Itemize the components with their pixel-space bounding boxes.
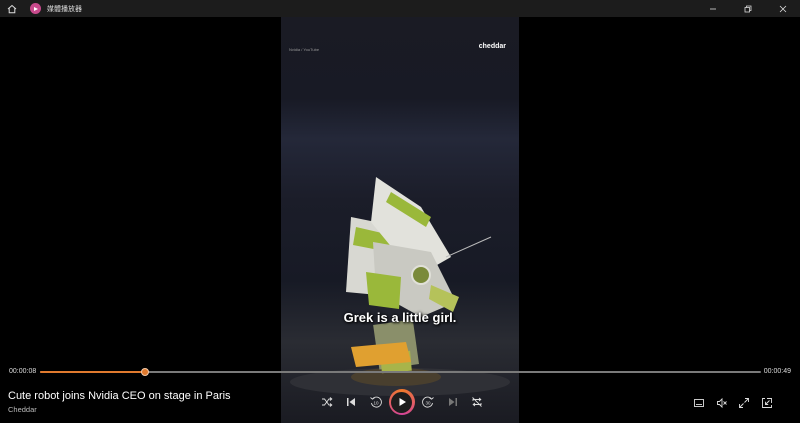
shuffle-icon — [322, 397, 333, 407]
mute-button[interactable] — [711, 392, 733, 414]
next-icon — [448, 398, 457, 406]
previous-button[interactable] — [340, 391, 362, 413]
seek-bar-progress — [40, 371, 146, 373]
next-button[interactable] — [442, 391, 464, 413]
play-icon — [399, 398, 406, 406]
rewind-10-icon: 10 — [369, 396, 382, 408]
minimize-button[interactable] — [695, 0, 730, 17]
home-button[interactable] — [0, 0, 24, 17]
repeat-button[interactable] — [466, 391, 488, 413]
previous-icon — [347, 398, 356, 406]
total-time: 00:00:49 — [763, 368, 791, 375]
title-bar: 媒體播放器 — [0, 0, 800, 17]
media-player-window: 媒體播放器 Nvidia / YouTube cheddar Grek is a… — [0, 0, 800, 423]
home-icon — [7, 4, 17, 13]
media-player-app-icon — [30, 3, 41, 14]
video-subtitle: Grek is a little girl. — [343, 310, 457, 325]
mini-player-icon — [762, 398, 772, 408]
close-button[interactable] — [765, 0, 800, 17]
video-credit: Nvidia / YouTube — [289, 47, 320, 52]
repeat-off-icon — [472, 397, 482, 407]
play-button[interactable] — [388, 389, 415, 415]
svg-text:10: 10 — [373, 401, 379, 406]
svg-text:30: 30 — [426, 401, 432, 406]
robot-illustration — [290, 177, 510, 396]
restore-icon — [744, 5, 751, 12]
restore-button[interactable] — [730, 0, 765, 17]
media-title: Cute robot joins Nvidia CEO on stage in … — [8, 390, 231, 402]
fullscreen-button[interactable] — [733, 392, 755, 414]
media-channel: Cheddar — [8, 405, 37, 414]
shuffle-button[interactable] — [316, 391, 338, 413]
seek-bar-thumb[interactable] — [141, 368, 150, 376]
play-button-inner — [391, 391, 413, 413]
window-controls — [695, 0, 800, 17]
video-watermark-logo: cheddar — [478, 43, 506, 50]
minimize-icon — [709, 8, 716, 9]
forward-30-button[interactable]: 30 — [417, 391, 439, 413]
forward-30-icon: 30 — [422, 396, 435, 408]
mute-icon — [716, 397, 727, 409]
captions-button[interactable] — [688, 392, 710, 414]
secondary-controls — [688, 394, 778, 412]
window-title: 媒體播放器 — [47, 5, 82, 13]
video-frame[interactable]: Nvidia / YouTube cheddar Grek is a littl… — [281, 17, 519, 423]
current-time: 00:00:08 — [9, 368, 37, 375]
captions-icon — [694, 399, 704, 407]
fullscreen-icon — [739, 398, 750, 408]
seek-bar[interactable] — [40, 368, 761, 376]
rewind-10-button[interactable]: 10 — [365, 391, 387, 413]
mini-player-button[interactable] — [756, 392, 778, 414]
close-icon — [779, 5, 786, 12]
playback-controls: 10 30 — [316, 388, 488, 416]
